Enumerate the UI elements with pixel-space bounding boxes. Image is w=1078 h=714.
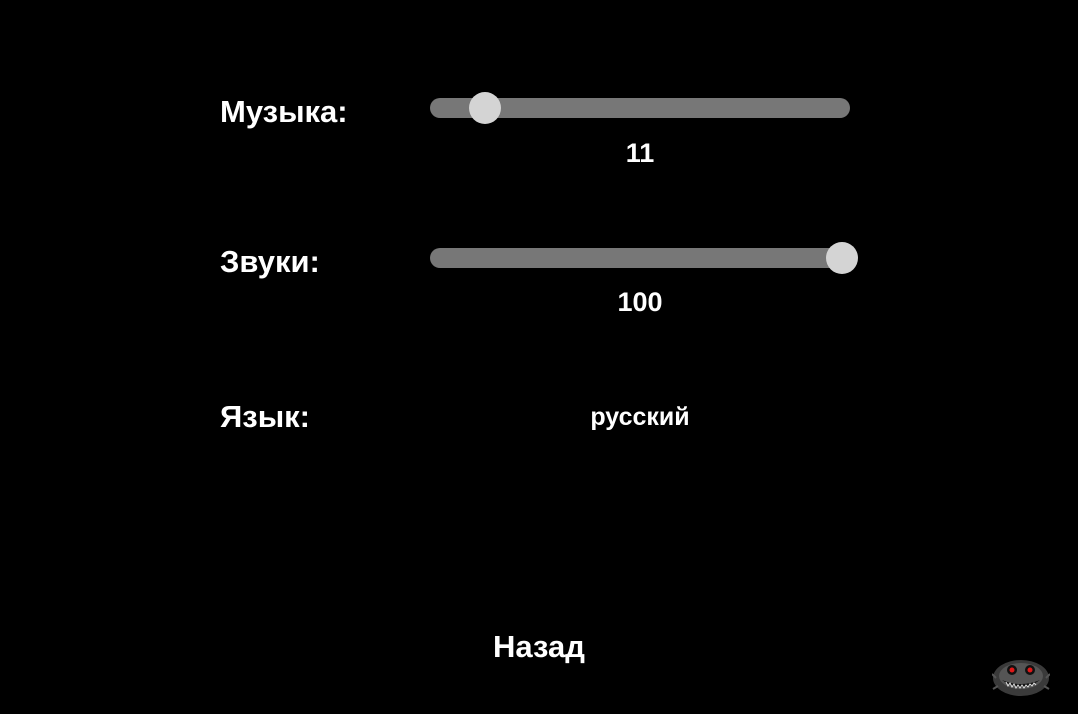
monster-face-icon	[992, 660, 1050, 696]
music-slider[interactable]	[430, 92, 850, 124]
back-button[interactable]: Назад	[493, 631, 585, 662]
sounds-value: 100	[617, 287, 663, 317]
music-slider-thumb[interactable]	[468, 92, 501, 124]
sounds-slider[interactable]	[430, 242, 858, 274]
music-label: Музыка:	[220, 94, 348, 129]
sounds-label: Звуки:	[220, 244, 320, 279]
music-value: 11	[625, 138, 655, 168]
language-label: Язык:	[220, 399, 311, 434]
sounds-slider-thumb[interactable]	[825, 242, 858, 274]
language-selector[interactable]: русский	[430, 405, 850, 430]
back-button-row: Назад	[0, 631, 1078, 662]
